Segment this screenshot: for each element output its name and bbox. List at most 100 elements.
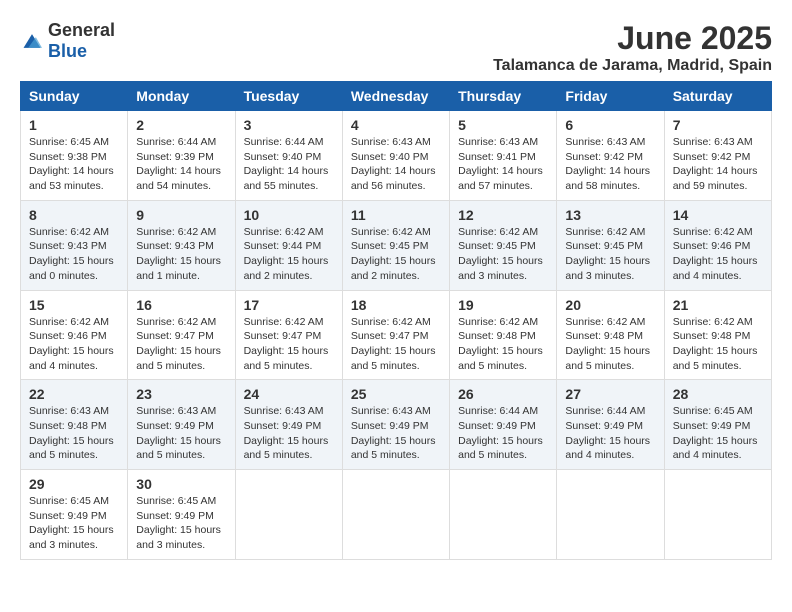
day-number: 13: [565, 207, 655, 223]
day-number: 6: [565, 117, 655, 133]
day-number: 19: [458, 297, 548, 313]
table-row: 25 Sunrise: 6:43 AMSunset: 9:49 PMDayligh…: [342, 380, 449, 470]
day-number: 22: [29, 386, 119, 402]
day-number: 28: [673, 386, 763, 402]
day-number: 17: [244, 297, 334, 313]
day-info: Sunrise: 6:42 AMSunset: 9:45 PMDaylight:…: [458, 225, 548, 284]
table-row: [342, 470, 449, 560]
table-row: 20Sunrise: 6:42 AMSunset: 9:48 PMDayligh…: [557, 290, 664, 380]
day-number: 8: [29, 207, 119, 223]
week-row-1: 1Sunrise: 6:45 AMSunset: 9:38 PMDaylight…: [21, 111, 772, 201]
day-number: 21: [673, 297, 763, 313]
day-info: Sunrise: 6:45 AMSunset: 9:38 PMDaylight:…: [29, 135, 119, 194]
table-row: 13 Sunrise: 6:42 AMSunset: 9:45 PMDayligh…: [557, 200, 664, 290]
day-info: Sunrise: 6:42 AMSunset: 9:45 PMDaylight:…: [351, 225, 441, 284]
day-info: Sunrise: 6:42 AMSunset: 9:47 PMDaylight:…: [351, 315, 441, 374]
header: General Blue June 2025 Talamanca de Jara…: [20, 20, 772, 75]
table-row: 19 Sunrise: 6:42 AMSunset: 9:48 PMDayligh…: [450, 290, 557, 380]
day-info: Sunrise: 6:45 AMSunset: 9:49 PMDaylight:…: [673, 404, 763, 463]
day-number: 25: [351, 386, 441, 402]
day-number: 7: [673, 117, 763, 133]
day-number: 23: [136, 386, 226, 402]
day-number: 30: [136, 476, 226, 492]
logo: General Blue: [20, 20, 115, 62]
table-row: 5 Sunrise: 6:43 AMSunset: 9:41 PMDaylight…: [450, 111, 557, 201]
table-row: 17 Sunrise: 6:42 AMSunset: 9:47 PMDayligh…: [235, 290, 342, 380]
day-info: Sunrise: 6:43 AMSunset: 9:41 PMDaylight:…: [458, 135, 548, 194]
day-info: Sunrise: 6:42 AMSunset: 9:43 PMDaylight:…: [136, 225, 226, 284]
day-number: 10: [244, 207, 334, 223]
day-info: Sunrise: 6:42 AMSunset: 9:48 PMDaylight:…: [458, 315, 548, 374]
day-number: 11: [351, 207, 441, 223]
day-number: 2: [136, 117, 226, 133]
table-row: [557, 470, 664, 560]
table-row: 8 Sunrise: 6:42 AMSunset: 9:43 PMDaylight…: [21, 200, 128, 290]
header-saturday: Saturday: [664, 82, 771, 111]
day-number: 26: [458, 386, 548, 402]
header-tuesday: Tuesday: [235, 82, 342, 111]
table-row: 12Sunrise: 6:42 AMSunset: 9:45 PMDayligh…: [450, 200, 557, 290]
table-row: 4 Sunrise: 6:43 AMSunset: 9:40 PMDaylight…: [342, 111, 449, 201]
day-info: Sunrise: 6:43 AMSunset: 9:49 PMDaylight:…: [351, 404, 441, 463]
table-row: 7 Sunrise: 6:43 AMSunset: 9:42 PMDaylight…: [664, 111, 771, 201]
day-info: Sunrise: 6:43 AMSunset: 9:49 PMDaylight:…: [136, 404, 226, 463]
weekday-header-row: Sunday Monday Tuesday Wednesday Thursday…: [21, 82, 772, 111]
table-row: 11 Sunrise: 6:42 AMSunset: 9:45 PMDayligh…: [342, 200, 449, 290]
day-info: Sunrise: 6:42 AMSunset: 9:45 PMDaylight:…: [565, 225, 655, 284]
day-info: Sunrise: 6:42 AMSunset: 9:48 PMDaylight:…: [673, 315, 763, 374]
day-number: 3: [244, 117, 334, 133]
table-row: 14 Sunrise: 6:42 AMSunset: 9:46 PMDayligh…: [664, 200, 771, 290]
table-row: 15Sunrise: 6:42 AMSunset: 9:46 PMDayligh…: [21, 290, 128, 380]
day-number: 15: [29, 297, 119, 313]
table-row: 6 Sunrise: 6:43 AMSunset: 9:42 PMDaylight…: [557, 111, 664, 201]
table-row: 1Sunrise: 6:45 AMSunset: 9:38 PMDaylight…: [21, 111, 128, 201]
table-row: 2 Sunrise: 6:44 AMSunset: 9:39 PMDaylight…: [128, 111, 235, 201]
header-thursday: Thursday: [450, 82, 557, 111]
table-row: 27 Sunrise: 6:44 AMSunset: 9:49 PMDayligh…: [557, 380, 664, 470]
week-row-4: 22Sunrise: 6:43 AMSunset: 9:48 PMDayligh…: [21, 380, 772, 470]
day-number: 4: [351, 117, 441, 133]
header-wednesday: Wednesday: [342, 82, 449, 111]
day-number: 9: [136, 207, 226, 223]
day-number: 18: [351, 297, 441, 313]
logo-icon: [20, 31, 44, 51]
header-monday: Monday: [128, 82, 235, 111]
location-title: Talamanca de Jarama, Madrid, Spain: [493, 57, 772, 75]
day-info: Sunrise: 6:43 AMSunset: 9:42 PMDaylight:…: [673, 135, 763, 194]
week-row-3: 15Sunrise: 6:42 AMSunset: 9:46 PMDayligh…: [21, 290, 772, 380]
day-number: 29: [29, 476, 119, 492]
table-row: [664, 470, 771, 560]
table-row: 22Sunrise: 6:43 AMSunset: 9:48 PMDayligh…: [21, 380, 128, 470]
day-number: 27: [565, 386, 655, 402]
day-info: Sunrise: 6:43 AMSunset: 9:42 PMDaylight:…: [565, 135, 655, 194]
day-info: Sunrise: 6:42 AMSunset: 9:47 PMDaylight:…: [244, 315, 334, 374]
day-number: 16: [136, 297, 226, 313]
table-row: 28 Sunrise: 6:45 AMSunset: 9:49 PMDayligh…: [664, 380, 771, 470]
day-info: Sunrise: 6:44 AMSunset: 9:39 PMDaylight:…: [136, 135, 226, 194]
day-info: Sunrise: 6:44 AMSunset: 9:40 PMDaylight:…: [244, 135, 334, 194]
table-row: 29Sunrise: 6:45 AMSunset: 9:49 PMDayligh…: [21, 470, 128, 560]
month-title: June 2025: [493, 20, 772, 57]
day-number: 5: [458, 117, 548, 133]
day-info: Sunrise: 6:43 AMSunset: 9:40 PMDaylight:…: [351, 135, 441, 194]
table-row: 18 Sunrise: 6:42 AMSunset: 9:47 PMDayligh…: [342, 290, 449, 380]
day-number: 14: [673, 207, 763, 223]
day-info: Sunrise: 6:43 AMSunset: 9:49 PMDaylight:…: [244, 404, 334, 463]
table-row: [235, 470, 342, 560]
day-info: Sunrise: 6:42 AMSunset: 9:46 PMDaylight:…: [673, 225, 763, 284]
table-row: 3 Sunrise: 6:44 AMSunset: 9:40 PMDaylight…: [235, 111, 342, 201]
logo-blue: Blue: [48, 41, 87, 61]
day-info: Sunrise: 6:42 AMSunset: 9:43 PMDaylight:…: [29, 225, 119, 284]
day-number: 24: [244, 386, 334, 402]
day-info: Sunrise: 6:45 AMSunset: 9:49 PMDaylight:…: [136, 494, 226, 553]
day-info: Sunrise: 6:42 AMSunset: 9:44 PMDaylight:…: [244, 225, 334, 284]
day-info: Sunrise: 6:44 AMSunset: 9:49 PMDaylight:…: [565, 404, 655, 463]
day-info: Sunrise: 6:42 AMSunset: 9:47 PMDaylight:…: [136, 315, 226, 374]
title-area: June 2025 Talamanca de Jarama, Madrid, S…: [493, 20, 772, 75]
header-friday: Friday: [557, 82, 664, 111]
table-row: 9 Sunrise: 6:42 AMSunset: 9:43 PMDaylight…: [128, 200, 235, 290]
day-number: 20: [565, 297, 655, 313]
logo-general: General: [48, 20, 115, 40]
calendar: Sunday Monday Tuesday Wednesday Thursday…: [20, 81, 772, 560]
table-row: 26Sunrise: 6:44 AMSunset: 9:49 PMDayligh…: [450, 380, 557, 470]
